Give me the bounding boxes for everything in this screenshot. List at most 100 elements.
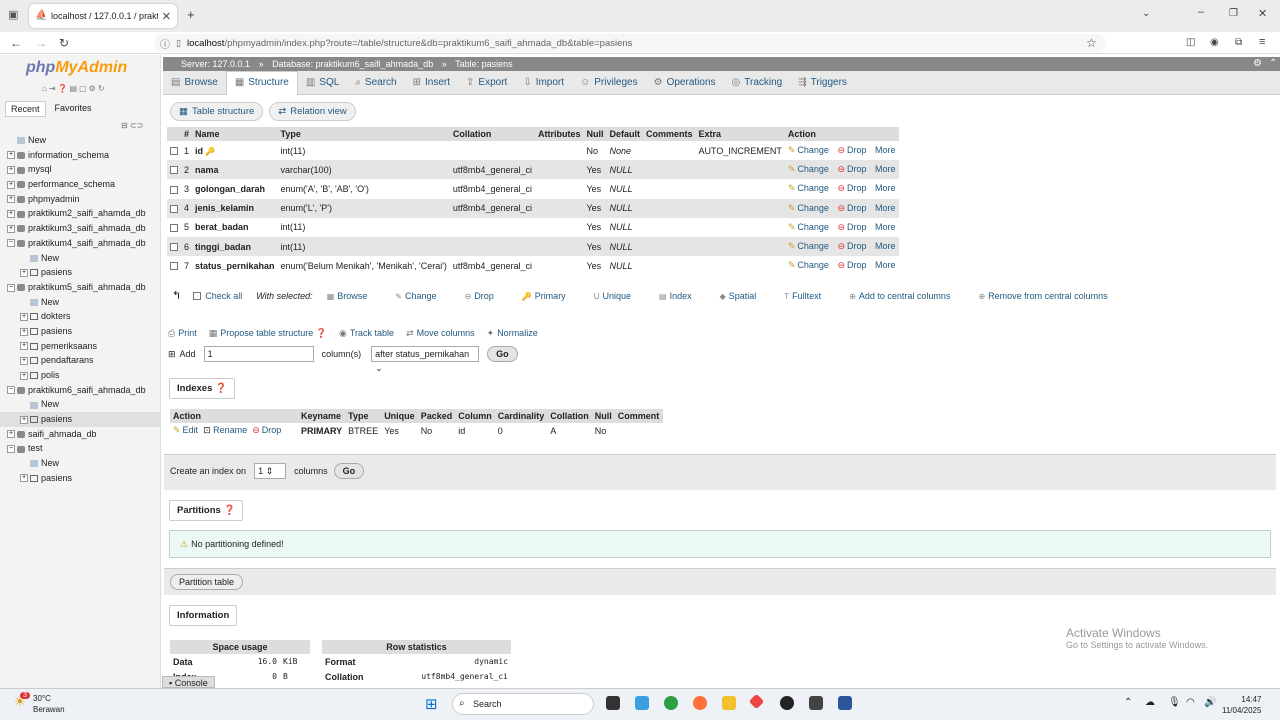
add-column-count-input[interactable]: 1 — [203, 346, 314, 362]
tab-operations[interactable]: ⚙ Operations — [646, 71, 724, 95]
bulk-fulltext[interactable]: T Fulltext — [784, 291, 835, 301]
copy-icon[interactable]: ▢ — [79, 84, 87, 93]
forward-icon[interactable]: → — [35, 36, 47, 50]
tree-item[interactable]: + information_schema — [0, 148, 161, 163]
tab-search[interactable]: ⌕ Search — [347, 71, 404, 95]
copilot-icon[interactable] — [635, 696, 649, 710]
drop-link[interactable]: Drop — [847, 145, 867, 155]
task-view-icon[interactable] — [606, 696, 620, 710]
change-link[interactable]: Change — [797, 145, 829, 155]
terminal-icon[interactable] — [809, 696, 823, 710]
collapse-icon[interactable]: − — [7, 239, 15, 248]
tray-app-icon[interactable]: ☁ — [1145, 697, 1155, 708]
tree-item[interactable]: + pasiens — [0, 412, 161, 427]
tab-dropdown-icon[interactable]: ⌄ — [1142, 8, 1150, 19]
tree-item[interactable]: + dokters — [0, 309, 161, 324]
bookmark-star-icon[interactable]: ☆ — [1086, 36, 1097, 50]
logout-icon[interactable]: ⇥ — [49, 84, 56, 93]
tree-item[interactable]: − test — [0, 441, 161, 456]
index-rename-link[interactable]: Rename — [213, 425, 247, 435]
tool-normalize[interactable]: ✦ Normalize — [487, 328, 538, 339]
expand-icon[interactable]: + — [20, 415, 28, 424]
back-icon[interactable]: ← — [10, 36, 22, 50]
expand-icon[interactable]: + — [20, 371, 28, 380]
change-link[interactable]: Change — [797, 241, 829, 251]
expand-icon[interactable]: + — [20, 474, 28, 483]
bulk-spatial[interactable]: ◆ Spatial — [720, 291, 771, 301]
tree-item[interactable]: +New — [0, 397, 161, 412]
tree-item[interactable]: − praktikum4_saifi_ahmada_db — [0, 236, 161, 251]
drop-link[interactable]: Drop — [847, 241, 867, 251]
microphone-icon[interactable]: 🎙 — [1168, 697, 1181, 708]
file-explorer-icon[interactable] — [722, 696, 736, 710]
close-tab-icon[interactable]: ✕ — [162, 10, 171, 23]
tab-table-structure[interactable]: ▦ Table structure — [170, 102, 264, 121]
weather-widget[interactable]: 30°C Berawan — [33, 693, 65, 715]
bulk-browse[interactable]: ▦ Browse — [327, 291, 382, 301]
index-edit-link[interactable]: Edit — [183, 425, 199, 435]
drop-link[interactable]: Drop — [847, 222, 867, 232]
windows-start-icon[interactable]: ⊞ — [425, 695, 438, 713]
row-checkbox[interactable] — [170, 262, 178, 271]
help-icon[interactable]: ❓ — [58, 84, 68, 93]
bulk-change[interactable]: ✎ Change — [395, 291, 450, 301]
change-link[interactable]: Change — [797, 222, 829, 232]
tab-structure[interactable]: ▦ Structure — [225, 70, 298, 95]
tree-item[interactable]: + praktikum3_saifi_ahmada_db — [0, 221, 161, 236]
help-icon[interactable]: ❓ — [215, 383, 227, 394]
reload-nav-icon[interactable]: ↻ — [98, 84, 105, 93]
row-checkbox[interactable] — [170, 185, 178, 194]
expand-icon[interactable]: + — [20, 327, 28, 336]
drop-link[interactable]: Drop — [847, 183, 867, 193]
check-all-checkbox[interactable] — [193, 291, 202, 300]
phpmyadmin-logo[interactable]: phpMyAdmin — [26, 59, 127, 77]
index-drop-link[interactable]: Drop — [262, 425, 282, 435]
tree-item[interactable]: + polis — [0, 368, 161, 383]
collapse-all-icon[interactable]: ⊟ ⊂⊃ — [121, 121, 143, 130]
clock[interactable]: 14:47 11/04/2025 — [1222, 694, 1261, 716]
tool-propose-table-structure[interactable]: ▦ Propose table structure ❓ — [209, 328, 327, 339]
collapse-icon[interactable]: − — [7, 283, 15, 292]
collapse-icon[interactable]: − — [7, 445, 15, 454]
extensions-icon[interactable]: ⧉ — [1235, 37, 1242, 48]
information-heading[interactable]: Information — [169, 605, 238, 626]
help-icon[interactable]: ❓ — [223, 505, 235, 516]
pocket-icon[interactable]: ◫ — [1186, 37, 1195, 48]
tree-item[interactable]: +New — [0, 251, 161, 266]
tree-item[interactable]: + pemeriksaans — [0, 339, 161, 354]
row-checkbox[interactable] — [170, 166, 178, 175]
breadcrumb-database[interactable]: Database: praktikum6_saifi_ahmada_db — [272, 59, 433, 69]
tab-browse[interactable]: ▤ Browse — [163, 71, 226, 95]
account-icon[interactable]: ◉ — [1210, 37, 1219, 48]
tab-export[interactable]: ⇪ Export — [458, 71, 515, 95]
collapse-icon[interactable]: − — [7, 386, 15, 395]
tab-insert[interactable]: ⊞ Insert — [405, 71, 458, 95]
wifi-icon[interactable]: ◠ — [1186, 697, 1195, 708]
drop-link[interactable]: Drop — [847, 203, 867, 213]
browser-tab[interactable]: ⛵ localhost / 127.0.0.1 / praktikum ✕ — [29, 4, 177, 28]
chrome-icon[interactable] — [664, 696, 678, 710]
drop-link[interactable]: Drop — [847, 164, 867, 174]
tree-item[interactable]: − praktikum5_saifi_ahmada_db — [0, 280, 161, 295]
close-window-icon[interactable]: ✕ — [1258, 7, 1267, 20]
create-index-count-input[interactable]: 1 ⇕ — [254, 463, 287, 479]
docs-icon[interactable]: ▤ — [70, 84, 78, 93]
row-checkbox[interactable] — [170, 147, 178, 156]
row-checkbox[interactable] — [170, 204, 178, 213]
row-checkbox[interactable] — [170, 243, 178, 252]
firefox-icon[interactable] — [693, 696, 707, 710]
add-position-select[interactable]: after status_pernikahan ⌄ — [371, 346, 480, 373]
more-link[interactable]: More — [875, 145, 896, 155]
tab-tracking[interactable]: ◎ Tracking — [724, 71, 791, 95]
row-checkbox[interactable] — [170, 223, 178, 232]
tree-item[interactable]: + pendaftarans — [0, 353, 161, 368]
tab-privileges[interactable]: ☺ Privileges — [572, 71, 646, 95]
change-link[interactable]: Change — [797, 260, 829, 270]
bulk-add-to-central-columns[interactable]: ⊕ Add to central columns — [849, 291, 964, 301]
expand-icon[interactable]: + — [7, 224, 15, 233]
bulk-drop[interactable]: ⊖ Drop — [465, 291, 508, 301]
expand-icon[interactable]: + — [20, 268, 28, 277]
more-link[interactable]: More — [875, 241, 896, 251]
expand-icon[interactable]: + — [7, 180, 15, 189]
more-link[interactable]: More — [875, 222, 896, 232]
